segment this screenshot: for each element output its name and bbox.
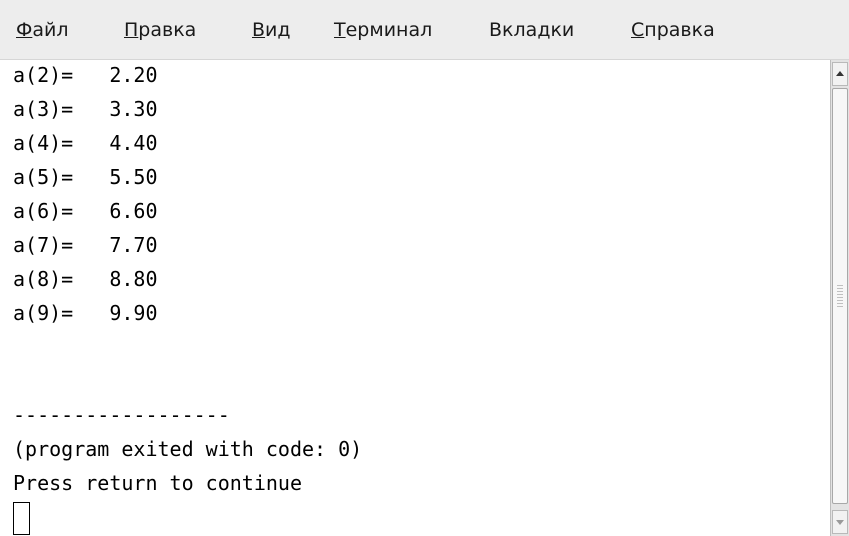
menu-view-label: ид	[265, 19, 291, 41]
terminal-line: a(3)= 3.30	[13, 97, 158, 121]
menu-tabs-label-end: ки	[550, 19, 575, 41]
terminal-line: a(9)= 9.90	[13, 301, 158, 325]
scrollbar-thumb[interactable]	[832, 88, 848, 504]
vertical-scrollbar[interactable]	[830, 60, 849, 536]
menu-terminal[interactable]: Терминал	[334, 18, 432, 42]
menu-help-mnemonic: С	[631, 19, 645, 41]
terminal-line: (program exited with code: 0)	[13, 437, 363, 461]
text-cursor	[13, 502, 30, 535]
terminal-line: ------------------	[13, 403, 230, 427]
menu-file-label: айл	[32, 19, 69, 41]
menu-file[interactable]: Файл	[16, 18, 69, 42]
menu-bar: Файл Правка Вид Терминал Вкладки Справка	[0, 0, 849, 60]
menu-file-mnemonic: Ф	[16, 19, 33, 41]
menu-help-label: правка	[644, 19, 715, 41]
menu-tabs-mnemonic: д	[537, 19, 551, 41]
terminal-line: a(4)= 4.40	[13, 131, 158, 155]
terminal-line: a(8)= 8.80	[13, 267, 158, 291]
menu-edit[interactable]: Правка	[124, 18, 196, 42]
menu-view[interactable]: Вид	[252, 18, 291, 42]
menu-tabs-label-start: Вкла	[489, 19, 538, 41]
menu-terminal-mnemonic: Т	[334, 19, 346, 41]
terminal-output[interactable]: a(2)= 2.20 a(3)= 3.30 a(4)= 4.40 a(5)= 5…	[0, 60, 830, 536]
menu-tabs[interactable]: Вкладки	[489, 18, 574, 42]
terminal-line: a(5)= 5.50	[13, 165, 158, 189]
menu-edit-label: равка	[138, 19, 197, 41]
menu-terminal-label: ерминал	[345, 19, 433, 41]
terminal-line: a(6)= 6.60	[13, 199, 158, 223]
terminal-line: a(7)= 7.70	[13, 233, 158, 257]
terminal-line: a(2)= 2.20	[13, 63, 158, 87]
menu-view-mnemonic: В	[252, 19, 266, 41]
menu-edit-mnemonic: П	[124, 19, 139, 41]
grip-icon	[837, 285, 843, 309]
menu-help[interactable]: Справка	[631, 18, 715, 42]
arrow-down-icon[interactable]	[832, 510, 848, 534]
terminal-line: Press return to continue	[13, 471, 302, 495]
arrow-up-icon[interactable]	[832, 62, 848, 86]
